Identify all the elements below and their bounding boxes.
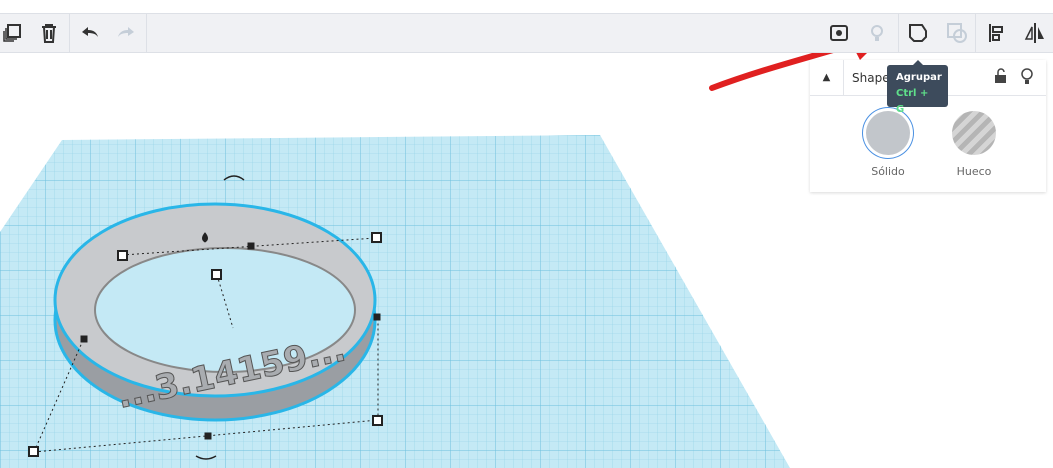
light-button[interactable] — [862, 18, 892, 48]
align-icon — [989, 24, 1003, 42]
undo-button[interactable] — [75, 18, 105, 48]
mirror-button[interactable] — [1020, 18, 1050, 48]
collapse-panel-button[interactable]: ▲ — [810, 59, 844, 96]
copy-icon — [3, 24, 21, 42]
eye-icon — [830, 25, 848, 41]
toolbar — [0, 14, 1053, 53]
trash-icon — [42, 24, 56, 43]
show-hide-button[interactable] — [824, 18, 854, 48]
group-button[interactable] — [903, 18, 933, 48]
delete-button[interactable] — [34, 18, 64, 48]
ungroup-icon — [947, 23, 967, 43]
hole-label: Hueco — [956, 165, 992, 178]
redo-icon — [118, 27, 134, 37]
hole-option[interactable] — [952, 111, 996, 155]
tooltip-title: Agrupar — [896, 72, 942, 83]
tooltip-shortcut: Ctrl + G — [896, 88, 929, 115]
redo-button[interactable] — [111, 18, 141, 48]
undo-icon — [82, 27, 98, 37]
solid-label: Sólido — [871, 165, 905, 178]
ungroup-button[interactable] — [942, 18, 972, 48]
group-tooltip: Agrupar Ctrl + G — [887, 60, 948, 115]
top-bar — [0, 0, 1053, 14]
lightbulb-icon — [871, 25, 883, 41]
align-button[interactable] — [982, 18, 1012, 48]
lightbulb-icon[interactable] — [1020, 68, 1034, 89]
mirror-icon — [1024, 23, 1044, 43]
lock-icon[interactable] — [994, 68, 1008, 87]
ring-model[interactable]: ...3.14159... — [53, 202, 377, 422]
copy-button[interactable] — [0, 18, 27, 48]
group-icon — [909, 24, 927, 42]
